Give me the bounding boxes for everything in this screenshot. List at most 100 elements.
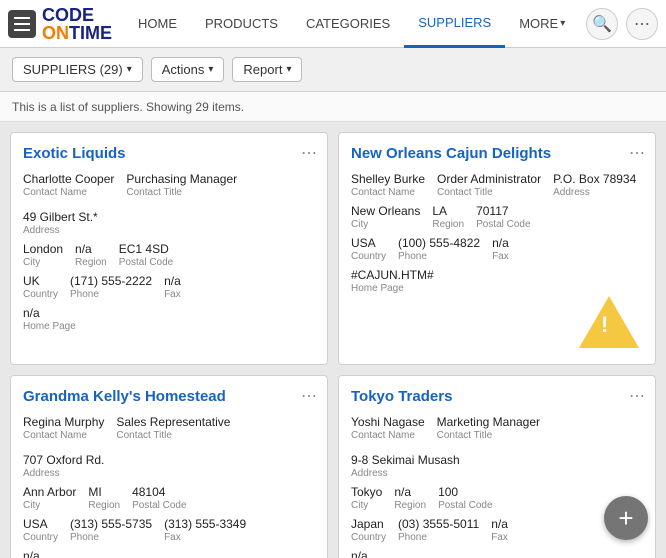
card-new-orleans-field-1-0: New OrleansCity xyxy=(351,204,420,230)
card-exotic-liquids-field-2-1: (171) 555-2222Phone xyxy=(70,274,152,300)
card-grandma-kelly-label-1-1: Region xyxy=(88,500,120,511)
card-exotic-liquids-field-0-0: Charlotte CooperContact Name xyxy=(23,172,114,198)
card-tokyo-traders-row-1: TokyoCityn/aRegion100Postal Code xyxy=(351,485,643,511)
search-button[interactable]: 🔍 xyxy=(586,8,618,40)
card-exotic-liquids-row-3: n/aHome Page xyxy=(23,306,315,332)
card-tokyo-traders-value-1-1: n/a xyxy=(394,485,426,499)
cards-container: Exotic Liquids⋯Charlotte CooperContact N… xyxy=(10,132,656,558)
card-new-orleans-label-2-2: Fax xyxy=(492,251,509,262)
card-exotic-liquids-value-2-2: n/a xyxy=(164,274,181,288)
card-tokyo-traders-label-2-1: Phone xyxy=(398,532,479,543)
card-grandma-kelly-menu[interactable]: ⋯ xyxy=(301,386,317,406)
card-exotic-liquids-row-1: LondonCity n/aRegion EC1 4SDPostal Code xyxy=(23,242,315,268)
card-new-orleans-value-3-0: #CAJUN.HTM# xyxy=(351,268,434,282)
card-grandma-kelly-value-3-0: n/a xyxy=(23,549,76,558)
more-options-button[interactable]: ⋯ xyxy=(626,8,658,40)
card-grandma-kelly-value-0-1: Sales Representative xyxy=(116,415,230,429)
card-new-orleans-row-0: Shelley BurkeContact Name Order Administr… xyxy=(351,172,643,198)
card-new-orleans-row-3: #CAJUN.HTM#Home Page xyxy=(351,268,643,294)
card-tokyo-traders-value-1-0: Tokyo xyxy=(351,485,382,499)
card-new-orleans-value-1-1: LA xyxy=(432,204,464,218)
card-exotic-liquids-menu[interactable]: ⋯ xyxy=(301,143,317,163)
card-new-orleans-value-0-1: Order Administrator xyxy=(437,172,541,186)
nav-home[interactable]: HOME xyxy=(124,0,191,48)
card-exotic-liquids-value-2-0: UK xyxy=(23,274,58,288)
card-exotic-liquids-title: Exotic Liquids xyxy=(23,145,315,162)
suppliers-count-button[interactable]: SUPPLIERS (29) ▾ xyxy=(12,57,143,82)
card-new-orleans-menu[interactable]: ⋯ xyxy=(629,143,645,163)
card-grandma-kelly-value-2-1: (313) 555-5735 xyxy=(70,517,152,531)
add-button[interactable]: + xyxy=(604,496,648,540)
card-exotic-liquids-field-1-0: LondonCity xyxy=(23,242,63,268)
card-new-orleans-label-1-0: City xyxy=(351,219,420,230)
card-grandma-kelly-field-2-2: (313) 555-3349Fax xyxy=(164,517,246,543)
card-exotic-liquids-label-2-1: Phone xyxy=(70,289,152,300)
status-text: This is a list of suppliers. Showing 29 … xyxy=(12,100,244,114)
card-exotic-liquids-field-1-2: EC1 4SDPostal Code xyxy=(119,242,173,268)
card-tokyo-traders-field-1-1: n/aRegion xyxy=(394,485,426,511)
card-new-orleans-row-2: USACountry (100) 555-4822Phone n/aFax xyxy=(351,236,643,262)
card-new-orleans-value-2-1: (100) 555-4822 xyxy=(398,236,480,250)
actions-button[interactable]: Actions ▾ xyxy=(151,57,225,82)
card-tokyo-traders-field-1-0: TokyoCity xyxy=(351,485,382,511)
card-tokyo-traders-title: Tokyo Traders xyxy=(351,388,643,405)
card-tokyo-traders-label-0-1: Contact Title xyxy=(437,430,540,441)
card-exotic-liquids-row-0: Charlotte CooperContact NamePurchasing M… xyxy=(23,172,315,236)
card-new-orleans-warning-icon xyxy=(579,296,639,348)
card-tokyo-traders-field-0-2: 9-8 Sekimai MusashAddress xyxy=(351,453,460,479)
actions-chevron: ▾ xyxy=(208,64,213,75)
card-new-orleans-value-2-0: USA xyxy=(351,236,386,250)
card-exotic-liquids: Exotic Liquids⋯ Charlotte CooperContact N… xyxy=(10,132,328,365)
card-new-orleans-value-1-0: New Orleans xyxy=(351,204,420,218)
card-grandma-kelly: Grandma Kelly's Homestead⋯ Regina MurphyC… xyxy=(10,375,328,558)
suppliers-count-label: SUPPLIERS (29) xyxy=(23,62,123,77)
card-grandma-kelly-label-0-2: Address xyxy=(23,468,104,479)
card-grandma-kelly-title: Grandma Kelly's Homestead xyxy=(23,388,315,405)
card-exotic-liquids-value-1-2: EC1 4SD xyxy=(119,242,173,256)
card-grandma-kelly-label-2-2: Fax xyxy=(164,532,246,543)
card-exotic-liquids-label-0-2: Address xyxy=(23,225,98,236)
report-button[interactable]: Report ▾ xyxy=(232,57,302,82)
report-chevron: ▾ xyxy=(286,64,291,75)
card-grandma-kelly-field-0-1: Sales RepresentativeContact Title xyxy=(116,415,230,441)
nav-more-label: MORE xyxy=(519,16,558,31)
card-tokyo-traders-value-2-0: Japan xyxy=(351,517,386,531)
nav-categories[interactable]: CATEGORIES xyxy=(292,0,404,48)
card-exotic-liquids-field-1-1: n/aRegion xyxy=(75,242,107,268)
card-tokyo-traders-field-3-0: n/aHome Page xyxy=(351,549,404,558)
card-new-orleans-value-0-2: P.O. Box 78934 xyxy=(553,172,636,186)
card-tokyo-traders-value-0-2: 9-8 Sekimai Musash xyxy=(351,453,460,467)
card-tokyo-traders-row-0: Yoshi NagaseContact Name Marketing Manage… xyxy=(351,415,643,479)
card-grandma-kelly-label-1-0: City xyxy=(23,500,76,511)
card-tokyo-traders-field-0-1: Marketing ManagerContact Title xyxy=(437,415,540,441)
card-new-orleans-value-2-2: n/a xyxy=(492,236,509,250)
card-new-orleans-label-0-0: Contact Name xyxy=(351,187,425,198)
card-tokyo-traders-value-3-0: n/a xyxy=(351,549,404,558)
card-exotic-liquids-label-3-0: Home Page xyxy=(23,321,76,332)
card-new-orleans-value-1-2: 70117 xyxy=(476,204,530,218)
card-grandma-kelly-field-1-2: 48104Postal Code xyxy=(132,485,186,511)
card-exotic-liquids-label-0-1: Contact Title xyxy=(126,187,237,198)
nav-products[interactable]: PRODUCTS xyxy=(191,0,292,48)
card-tokyo-traders-menu[interactable]: ⋯ xyxy=(629,386,645,406)
card-new-orleans-row-1: New OrleansCityLARegion70117Postal Code xyxy=(351,204,643,230)
content-area[interactable]: Exotic Liquids⋯Charlotte CooperContact N… xyxy=(0,122,666,558)
hamburger-menu[interactable] xyxy=(8,10,36,38)
card-tokyo-traders-value-2-1: (03) 3555-5011 xyxy=(398,517,479,531)
logo-area: CODEONTIME xyxy=(8,6,112,42)
card-grandma-kelly-value-1-0: Ann Arbor xyxy=(23,485,76,499)
card-new-orleans-label-2-0: Country xyxy=(351,251,386,262)
card-tokyo-traders-field-2-2: n/aFax xyxy=(491,517,508,543)
card-grandma-kelly-value-1-1: MI xyxy=(88,485,120,499)
nav-suppliers[interactable]: SUPPLIERS xyxy=(404,0,505,48)
card-grandma-kelly-label-2-0: Country xyxy=(23,532,58,543)
toolbar: SUPPLIERS (29) ▾ Actions ▾ Report ▾ xyxy=(0,48,666,92)
card-grandma-kelly-row-0: Regina MurphyContact NameSales Represent… xyxy=(23,415,315,479)
nav-more[interactable]: MORE ▾ xyxy=(505,0,579,48)
card-tokyo-traders-label-1-0: City xyxy=(351,500,382,511)
card-new-orleans-field-2-1: (100) 555-4822Phone xyxy=(398,236,480,262)
card-tokyo-traders-label-1-2: Postal Code xyxy=(438,500,492,511)
card-tokyo-traders-field-0-0: Yoshi NagaseContact Name xyxy=(351,415,425,441)
card-new-orleans-value-0-0: Shelley Burke xyxy=(351,172,425,186)
card-new-orleans-field-1-1: LARegion xyxy=(432,204,464,230)
